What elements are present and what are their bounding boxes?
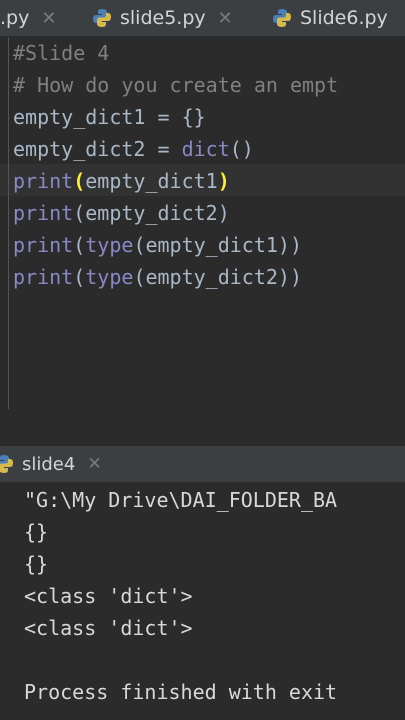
code-line: print(empty_dict1) [13,169,230,193]
tab-label: slide5.py [120,7,206,29]
python-file-icon [93,9,111,27]
tab-label: .py [0,7,30,29]
console-line: Process finished with exit [24,680,338,704]
builtin-name: type [85,265,134,289]
run-tab-label: slide4 [22,453,76,475]
code-editor[interactable]: #Slide 4 # How do you create an empt emp… [0,37,405,410]
tab-slide5[interactable]: slide5.py ✕ [92,0,233,36]
builtin-name: print [13,201,74,225]
code-line: empty_dict1 = {} [13,105,206,129]
console-line: <class 'dict'> [24,616,193,640]
code-line: print(type(empty_dict2)) [13,265,303,289]
panel-divider [0,409,405,446]
tab-slide4[interactable]: .py ✕ [0,0,56,36]
console-line: "G:\My Drive\DAI_FOLDER_BA [24,488,338,512]
console-line: {} [24,520,49,544]
builtin-name: type [85,233,134,257]
close-icon[interactable]: ✕ [87,454,101,474]
run-tab-slide4[interactable]: slide4 ✕ [0,446,102,482]
code-line: print(empty_dict2) [13,201,230,225]
console-line: {} [24,552,49,576]
editor-tab-bar: .py ✕ slide5.py ✕ Slide6.py [0,0,405,37]
python-file-icon [273,9,291,27]
tab-label: Slide6.py [300,7,388,29]
close-icon[interactable]: ✕ [41,8,56,29]
builtin-name: print [13,233,74,257]
console-line: <class 'dict'> [24,584,193,608]
run-tool-bar: slide4 ✕ [0,446,405,483]
code-line: # How do you create an empt [13,73,339,97]
run-console[interactable]: "G:\My Drive\DAI_FOLDER_BA {} {} <class … [0,483,405,720]
matched-bracket: ( [73,169,86,193]
builtin-name: print [13,265,74,289]
code-line: #Slide 4 [13,41,110,65]
code-line: empty_dict2 = dict() [13,137,254,161]
builtin-name: print [13,169,74,193]
builtin-name: dict [181,137,230,161]
close-icon[interactable]: ✕ [218,8,233,29]
gutter-divider [8,37,9,409]
code-line: print(type(empty_dict1)) [13,233,303,257]
python-file-icon [0,455,13,473]
tab-slide6[interactable]: Slide6.py [272,0,388,36]
matched-bracket: ) [217,169,230,193]
